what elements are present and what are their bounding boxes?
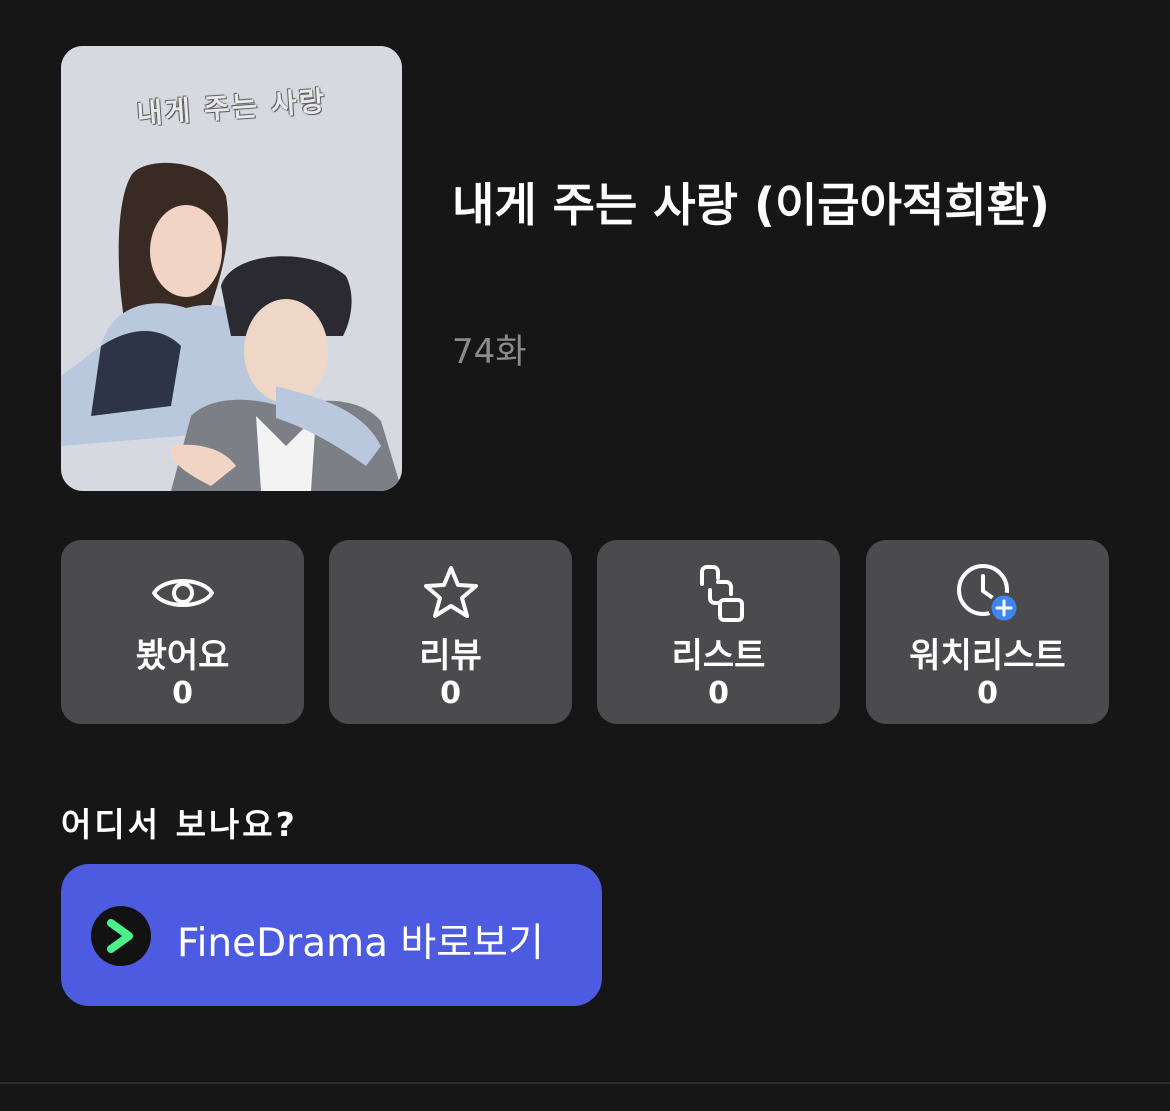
drama-poster[interactable]: 내게 주는 사랑 (61, 46, 402, 491)
finedrama-watch-button[interactable]: FineDrama 바로보기 (61, 864, 602, 1006)
list-button[interactable]: 리스트 0 (597, 540, 840, 724)
episode-count: 74화 (452, 332, 527, 372)
finedrama-button-label: FineDrama 바로보기 (177, 921, 544, 966)
list-label: 리스트 (671, 636, 766, 676)
drama-detail-page: 내게 주는 사랑 내게 주는 사랑 (이급아적희환) 74화 봤어요 0 리뷰 … (0, 0, 1170, 1111)
list-link-icon (699, 565, 744, 622)
watchlist-label: 워치리스트 (909, 636, 1066, 676)
where-to-watch-heading: 어디서 보나요? (61, 805, 298, 844)
clock-plus-icon (956, 564, 1019, 624)
star-icon (423, 566, 478, 618)
watched-label: 봤어요 (135, 636, 230, 676)
watched-count: 0 (172, 676, 193, 711)
review-label: 리뷰 (419, 636, 482, 676)
eye-icon (151, 579, 214, 607)
watchlist-count: 0 (977, 676, 998, 711)
review-count: 0 (440, 676, 461, 711)
play-chevron-icon (107, 919, 133, 953)
drama-title: 내게 주는 사랑 (이급아적희환) (452, 178, 1050, 232)
finedrama-logo (91, 906, 151, 966)
bottom-divider (0, 1082, 1170, 1084)
list-count: 0 (708, 676, 729, 711)
watched-button[interactable]: 봤어요 0 (61, 540, 304, 724)
review-button[interactable]: 리뷰 0 (329, 540, 572, 724)
watchlist-button[interactable]: 워치리스트 0 (866, 540, 1109, 724)
